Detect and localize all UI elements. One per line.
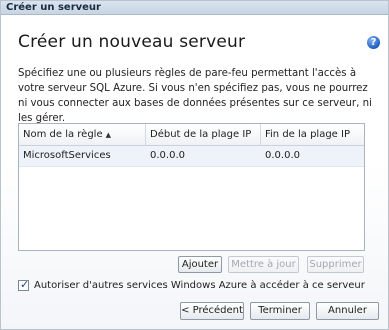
add-rule-button[interactable]: Ajouter [178,256,222,273]
allow-azure-services-checkbox[interactable]: ✓ [18,278,30,291]
help-icon[interactable]: ? [367,36,380,49]
column-header-label: Fin de la plage IP [265,129,350,140]
create-server-dialog: Créer un serveur Créer un nouveau serveu… [0,0,389,330]
column-header-label: Nom de la règle [23,129,103,140]
delete-rule-button[interactable]: Supprimer [307,256,364,273]
table-header: Nom de la règle ▲ Début de la plage IP Fi… [19,124,364,146]
cancel-button[interactable]: Annuler [316,302,379,320]
title-bar[interactable]: Créer un serveur [1,1,388,15]
cell-rule-name: MicrosoftServices [23,150,111,161]
cell-ip-start: 0.0.0.0 [150,150,185,161]
previous-button[interactable]: < Précédent [180,302,244,320]
finish-button[interactable]: Terminer [250,302,310,320]
cell-ip-end: 0.0.0.0 [265,150,300,161]
firewall-rules-table: Nom de la règle ▲ Début de la plage IP Fi… [18,123,365,251]
table-row[interactable]: MicrosoftServices 0.0.0.0 0.0.0.0 [19,146,364,167]
sort-ascending-icon: ▲ [105,131,111,139]
column-header-ip-end[interactable]: Fin de la plage IP [261,124,364,145]
column-header-rule-name[interactable]: Nom de la règle ▲ [19,124,146,145]
window-title: Créer un serveur [6,2,101,13]
update-rule-button[interactable]: Mettre à jour [228,256,299,273]
checkmark-icon: ✓ [20,278,30,291]
column-header-label: Début de la plage IP [150,129,252,140]
firewall-description: Spécifiez une ou plusieurs règles de par… [18,68,372,124]
allow-azure-services-label[interactable]: Autoriser d'autres services Windows Azur… [34,279,365,293]
column-header-ip-start[interactable]: Début de la plage IP [146,124,261,145]
page-title: Créer un nouveau serveur [18,32,246,52]
